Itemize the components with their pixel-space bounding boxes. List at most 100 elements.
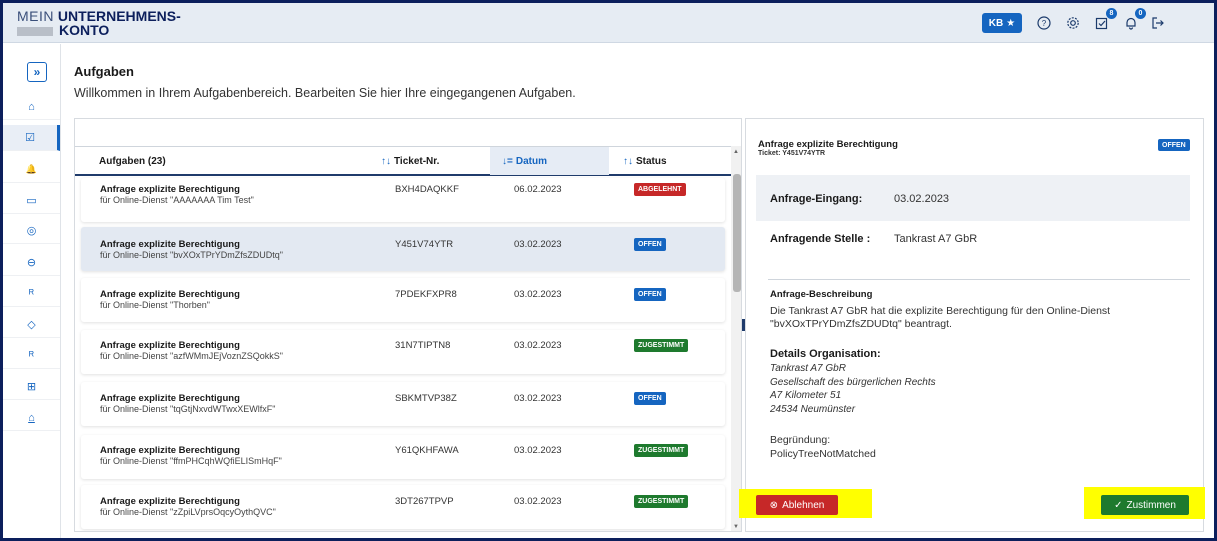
column-header-status[interactable]: ↑↓ Status bbox=[623, 147, 667, 175]
task-title: Anfrage explizite Berechtigung bbox=[100, 340, 240, 351]
page-title: Aufgaben bbox=[74, 64, 134, 79]
star-icon: ★ bbox=[1006, 17, 1016, 29]
user-account-button[interactable]: KB ★ bbox=[982, 13, 1022, 33]
panel-edge-marker bbox=[742, 319, 745, 331]
task-ticket: 3DT267TPVP bbox=[395, 496, 454, 507]
task-subtitle: für Online-Dienst "tqGtjNxvdWTwxXEWlfxF" bbox=[100, 404, 276, 414]
home-icon: ⌂ bbox=[28, 100, 35, 113]
status-badge: OFFEN bbox=[634, 238, 666, 251]
description-heading: Anfrage-Beschreibung bbox=[770, 289, 873, 300]
help-icon[interactable]: ? bbox=[1034, 13, 1054, 33]
org-legal-form: Gesellschaft des bürgerlichen Rechts bbox=[770, 376, 936, 388]
task-date: 03.02.2023 bbox=[514, 393, 562, 404]
tasks-icon: ☑ bbox=[25, 132, 35, 144]
task-subtitle: für Online-Dienst "zZpiLVprsOqcyOythQVC" bbox=[100, 507, 276, 517]
task-subtitle: für Online-Dienst "bvXOxTPrYDmZfsZDUDtq" bbox=[100, 250, 283, 260]
settings-gear-icon[interactable] bbox=[1063, 13, 1083, 33]
top-header: MEIN UNTERNEHMENS- KONTO bbox=[3, 3, 1214, 43]
detail-status-badge: OFFEN bbox=[1158, 139, 1190, 151]
org-street: A7 Kilometer 51 bbox=[770, 390, 842, 401]
cancel-circle-icon: ⊗ bbox=[769, 499, 779, 511]
sidebar-item-home[interactable]: ⌂ bbox=[3, 94, 60, 120]
accept-button-label: Zustimmen bbox=[1126, 499, 1176, 511]
task-ticket: SBKMTVP38Z bbox=[395, 393, 457, 404]
sidebar-item-tag[interactable]: ◇ bbox=[3, 312, 60, 338]
compass-icon: ◎ bbox=[26, 225, 37, 237]
column-header-ticket[interactable]: ↑↓ Ticket-Nr. bbox=[381, 147, 439, 175]
task-date: 03.02.2023 bbox=[514, 289, 562, 300]
task-row[interactable]: Anfrage explizite Berechtigung für Onlin… bbox=[81, 178, 725, 222]
logout-icon[interactable] bbox=[1148, 13, 1168, 33]
task-row[interactable]: Anfrage explizite Berechtigung für Onlin… bbox=[81, 485, 725, 529]
sort-desc-icon: ↓= bbox=[502, 155, 513, 167]
status-badge: ABGELEHNT bbox=[634, 183, 686, 196]
sidebar-item-card[interactable]: ▭ bbox=[3, 188, 60, 214]
tag-icon: ◇ bbox=[27, 319, 36, 331]
accept-button[interactable]: ✓ Zustimmen bbox=[1101, 495, 1189, 515]
sidebar-item-tasks[interactable]: ☑ bbox=[3, 125, 60, 151]
task-date: 03.02.2023 bbox=[514, 340, 562, 351]
sort-icon: ↑↓ bbox=[623, 155, 633, 167]
detail-ticket: Ticket: Y451V74YTR bbox=[758, 150, 826, 157]
logo-bar bbox=[17, 26, 53, 36]
tasks-badge: 8 bbox=[1106, 8, 1117, 19]
task-row[interactable]: Anfrage explizite Berechtigung für Onlin… bbox=[81, 278, 725, 322]
org-city: 24534 Neumünster bbox=[770, 403, 856, 415]
task-title: Anfrage explizite Berechtigung bbox=[100, 239, 240, 250]
task-date: 06.02.2023 bbox=[514, 184, 562, 195]
task-subtitle: für Online-Dienst "azfWMmJEjVoznZSQokkS" bbox=[100, 351, 283, 361]
task-title: Anfrage explizite Berechtigung bbox=[100, 184, 240, 195]
status-badge: OFFEN bbox=[634, 392, 666, 405]
task-title: Anfrage explizite Berechtigung bbox=[100, 496, 240, 507]
reject-button[interactable]: ⊗ Ablehnen bbox=[756, 495, 838, 515]
sidebar-item-users[interactable]: ᴿ bbox=[3, 281, 60, 307]
users-icon: ᴿ bbox=[29, 287, 34, 300]
task-list-header: Aufgaben (23) ↑↓ Ticket-Nr. ↓= Datum ↑↓ Sta… bbox=[75, 146, 731, 176]
task-list-scrollbar[interactable]: ▲ ▼ bbox=[731, 146, 741, 531]
notifications-bell-icon[interactable]: 0 bbox=[1121, 8, 1146, 33]
sidebar-expand-toggle[interactable]: » bbox=[27, 62, 47, 82]
task-ticket: 7PDEKFXPR8 bbox=[395, 289, 457, 300]
column-header-tasks: Aufgaben (23) bbox=[99, 155, 166, 167]
sidebar-item-compass[interactable]: ◎ bbox=[3, 218, 60, 244]
task-row[interactable]: Anfrage explizite Berechtigung für Onlin… bbox=[81, 382, 725, 426]
sidebar-item-notifications[interactable]: 🔔 bbox=[3, 157, 60, 183]
task-ticket: BXH4DAQKKF bbox=[395, 184, 459, 195]
inbox-icon: ⊖ bbox=[26, 257, 37, 269]
task-row[interactable]: Anfrage explizite Berechtigung für Onlin… bbox=[81, 330, 725, 374]
reason-value: PolicyTreeNotMatched bbox=[770, 448, 876, 460]
status-badge: ZUGESTIMMT bbox=[634, 495, 689, 508]
sidebar-item-inbox[interactable]: ⊖ bbox=[3, 250, 60, 276]
app-logo[interactable]: MEIN UNTERNEHMENS- KONTO bbox=[17, 9, 181, 37]
status-badge: ZUGESTIMMT bbox=[634, 339, 689, 352]
detail-title: Anfrage explizite Berechtigung bbox=[758, 139, 898, 150]
eingang-label: Anfrage-Eingang: bbox=[770, 193, 863, 205]
organisation-details: Tankrast A7 GbR Gesellschaft des bürgerl… bbox=[770, 362, 936, 416]
tasks-header-icon[interactable]: 8 bbox=[1092, 8, 1117, 33]
sidebar-item-group[interactable]: ᴿ bbox=[3, 343, 60, 369]
sidebar-item-bank[interactable]: ⌂ bbox=[3, 405, 60, 431]
column-header-date[interactable]: ↓= Datum bbox=[490, 147, 609, 175]
task-row[interactable]: Anfrage explizite Berechtigung für Onlin… bbox=[81, 435, 725, 479]
grid-icon: ⊞ bbox=[26, 381, 37, 393]
checkmark-icon: ✓ bbox=[1114, 499, 1123, 511]
task-date: 03.02.2023 bbox=[514, 445, 562, 456]
task-subtitle: für Online-Dienst "Thorben" bbox=[100, 300, 210, 310]
status-badge: OFFEN bbox=[634, 288, 666, 301]
reason-block: Begründung: PolicyTreeNotMatched bbox=[770, 433, 876, 461]
notifications-badge: 0 bbox=[1135, 8, 1146, 19]
task-row-selected[interactable]: Anfrage explizite Berechtigung für Onlin… bbox=[81, 227, 725, 271]
sort-icon: ↑↓ bbox=[381, 155, 391, 167]
scroll-down-arrow-icon[interactable]: ▼ bbox=[733, 524, 739, 530]
task-subtitle: für Online-Dienst "AAAAAAA Tim Test" bbox=[100, 195, 254, 205]
logo-konto: KONTO bbox=[59, 22, 110, 38]
scroll-up-arrow-icon[interactable]: ▲ bbox=[733, 149, 739, 155]
org-name: Tankrast A7 GbR bbox=[770, 363, 846, 374]
organisation-heading: Details Organisation: bbox=[770, 348, 881, 360]
scrollbar-thumb[interactable] bbox=[733, 174, 741, 292]
status-badge: ZUGESTIMMT bbox=[634, 444, 689, 457]
task-title: Anfrage explizite Berechtigung bbox=[100, 393, 240, 404]
task-list-card: Aufgaben (23) ↑↓ Ticket-Nr. ↓= Datum ↑↓ Sta… bbox=[74, 118, 742, 532]
task-ticket: 31N7TIPTN8 bbox=[395, 340, 451, 351]
sidebar-item-grid[interactable]: ⊞ bbox=[3, 374, 60, 400]
